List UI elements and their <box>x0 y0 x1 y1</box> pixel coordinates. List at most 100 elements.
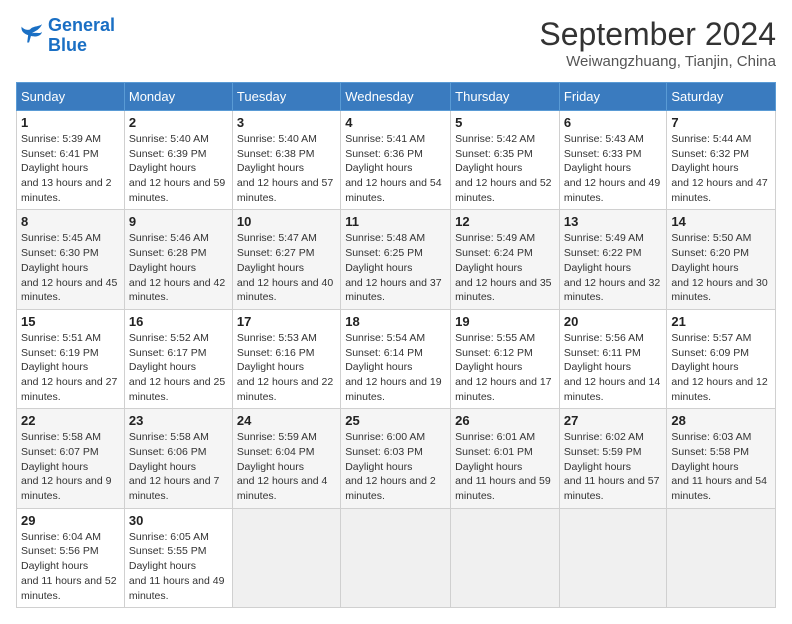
calendar-cell: 2 Sunrise: 5:40 AMSunset: 6:39 PMDayligh… <box>124 111 232 210</box>
day-number: 12 <box>455 214 555 229</box>
day-number: 10 <box>237 214 336 229</box>
day-info: Sunrise: 5:54 AMSunset: 6:14 PMDaylight … <box>345 331 446 404</box>
calendar-cell: 6 Sunrise: 5:43 AMSunset: 6:33 PMDayligh… <box>559 111 666 210</box>
day-number: 29 <box>21 513 120 528</box>
day-info: Sunrise: 5:40 AMSunset: 6:38 PMDaylight … <box>237 132 336 205</box>
logo-text: General Blue <box>48 16 115 56</box>
day-number: 6 <box>564 115 662 130</box>
calendar-body: 1 Sunrise: 5:39 AMSunset: 6:41 PMDayligh… <box>17 111 776 608</box>
calendar-cell: 10 Sunrise: 5:47 AMSunset: 6:27 PMDaylig… <box>232 210 340 309</box>
weekday-header-thursday: Thursday <box>451 83 560 111</box>
logo: General Blue <box>16 16 115 56</box>
day-number: 8 <box>21 214 120 229</box>
day-info: Sunrise: 5:47 AMSunset: 6:27 PMDaylight … <box>237 231 336 304</box>
calendar-cell <box>451 508 560 607</box>
calendar-cell: 7 Sunrise: 5:44 AMSunset: 6:32 PMDayligh… <box>667 111 776 210</box>
calendar-cell: 17 Sunrise: 5:53 AMSunset: 6:16 PMDaylig… <box>232 309 340 408</box>
calendar-week-2: 8 Sunrise: 5:45 AMSunset: 6:30 PMDayligh… <box>17 210 776 309</box>
day-number: 4 <box>345 115 446 130</box>
day-info: Sunrise: 6:04 AMSunset: 5:56 PMDaylight … <box>21 530 120 603</box>
day-number: 17 <box>237 314 336 329</box>
calendar-cell <box>341 508 451 607</box>
calendar-cell: 8 Sunrise: 5:45 AMSunset: 6:30 PMDayligh… <box>17 210 125 309</box>
day-info: Sunrise: 6:01 AMSunset: 6:01 PMDaylight … <box>455 430 555 503</box>
calendar-cell: 11 Sunrise: 5:48 AMSunset: 6:25 PMDaylig… <box>341 210 451 309</box>
calendar-cell: 27 Sunrise: 6:02 AMSunset: 5:59 PMDaylig… <box>559 409 666 508</box>
day-info: Sunrise: 5:49 AMSunset: 6:22 PMDaylight … <box>564 231 662 304</box>
day-info: Sunrise: 5:41 AMSunset: 6:36 PMDaylight … <box>345 132 446 205</box>
day-info: Sunrise: 5:53 AMSunset: 6:16 PMDaylight … <box>237 331 336 404</box>
calendar-cell: 30 Sunrise: 6:05 AMSunset: 5:55 PMDaylig… <box>124 508 232 607</box>
calendar-week-1: 1 Sunrise: 5:39 AMSunset: 6:41 PMDayligh… <box>17 111 776 210</box>
day-info: Sunrise: 5:46 AMSunset: 6:28 PMDaylight … <box>129 231 228 304</box>
day-number: 23 <box>129 413 228 428</box>
calendar-cell: 18 Sunrise: 5:54 AMSunset: 6:14 PMDaylig… <box>341 309 451 408</box>
calendar-cell: 13 Sunrise: 5:49 AMSunset: 6:22 PMDaylig… <box>559 210 666 309</box>
calendar-cell: 5 Sunrise: 5:42 AMSunset: 6:35 PMDayligh… <box>451 111 560 210</box>
day-info: Sunrise: 5:43 AMSunset: 6:33 PMDaylight … <box>564 132 662 205</box>
calendar-cell <box>559 508 666 607</box>
calendar-cell: 4 Sunrise: 5:41 AMSunset: 6:36 PMDayligh… <box>341 111 451 210</box>
day-number: 2 <box>129 115 228 130</box>
calendar-cell: 28 Sunrise: 6:03 AMSunset: 5:58 PMDaylig… <box>667 409 776 508</box>
calendar-cell: 26 Sunrise: 6:01 AMSunset: 6:01 PMDaylig… <box>451 409 560 508</box>
day-number: 14 <box>671 214 771 229</box>
day-info: Sunrise: 5:44 AMSunset: 6:32 PMDaylight … <box>671 132 771 205</box>
day-number: 9 <box>129 214 228 229</box>
weekday-header-saturday: Saturday <box>667 83 776 111</box>
weekday-header-row: SundayMondayTuesdayWednesdayThursdayFrid… <box>17 83 776 111</box>
calendar-table: SundayMondayTuesdayWednesdayThursdayFrid… <box>16 82 776 608</box>
logo-icon <box>16 22 44 50</box>
calendar-week-3: 15 Sunrise: 5:51 AMSunset: 6:19 PMDaylig… <box>17 309 776 408</box>
day-info: Sunrise: 5:58 AMSunset: 6:06 PMDaylight … <box>129 430 228 503</box>
day-number: 27 <box>564 413 662 428</box>
page-header: General Blue September 2024 Weiwangzhuan… <box>16 16 776 70</box>
day-info: Sunrise: 5:40 AMSunset: 6:39 PMDaylight … <box>129 132 228 205</box>
day-info: Sunrise: 5:59 AMSunset: 6:04 PMDaylight … <box>237 430 336 503</box>
calendar-cell: 14 Sunrise: 5:50 AMSunset: 6:20 PMDaylig… <box>667 210 776 309</box>
weekday-header-tuesday: Tuesday <box>232 83 340 111</box>
day-number: 15 <box>21 314 120 329</box>
day-number: 20 <box>564 314 662 329</box>
calendar-cell: 29 Sunrise: 6:04 AMSunset: 5:56 PMDaylig… <box>17 508 125 607</box>
day-number: 24 <box>237 413 336 428</box>
day-info: Sunrise: 5:48 AMSunset: 6:25 PMDaylight … <box>345 231 446 304</box>
day-number: 26 <box>455 413 555 428</box>
day-info: Sunrise: 6:00 AMSunset: 6:03 PMDaylight … <box>345 430 446 503</box>
day-info: Sunrise: 6:03 AMSunset: 5:58 PMDaylight … <box>671 430 771 503</box>
calendar-cell <box>667 508 776 607</box>
day-info: Sunrise: 6:05 AMSunset: 5:55 PMDaylight … <box>129 530 228 603</box>
day-info: Sunrise: 5:56 AMSunset: 6:11 PMDaylight … <box>564 331 662 404</box>
day-info: Sunrise: 5:39 AMSunset: 6:41 PMDaylight … <box>21 132 120 205</box>
calendar-cell: 25 Sunrise: 6:00 AMSunset: 6:03 PMDaylig… <box>341 409 451 508</box>
month-title: September 2024 <box>539 16 776 53</box>
day-number: 28 <box>671 413 771 428</box>
calendar-cell: 3 Sunrise: 5:40 AMSunset: 6:38 PMDayligh… <box>232 111 340 210</box>
day-number: 21 <box>671 314 771 329</box>
calendar-cell: 22 Sunrise: 5:58 AMSunset: 6:07 PMDaylig… <box>17 409 125 508</box>
location: Weiwangzhuang, Tianjin, China <box>539 53 776 70</box>
weekday-header-friday: Friday <box>559 83 666 111</box>
day-info: Sunrise: 5:45 AMSunset: 6:30 PMDaylight … <box>21 231 120 304</box>
calendar-cell: 20 Sunrise: 5:56 AMSunset: 6:11 PMDaylig… <box>559 309 666 408</box>
day-number: 30 <box>129 513 228 528</box>
day-number: 3 <box>237 115 336 130</box>
day-info: Sunrise: 5:51 AMSunset: 6:19 PMDaylight … <box>21 331 120 404</box>
day-info: Sunrise: 5:42 AMSunset: 6:35 PMDaylight … <box>455 132 555 205</box>
day-info: Sunrise: 6:02 AMSunset: 5:59 PMDaylight … <box>564 430 662 503</box>
day-number: 11 <box>345 214 446 229</box>
weekday-header-monday: Monday <box>124 83 232 111</box>
calendar-cell: 12 Sunrise: 5:49 AMSunset: 6:24 PMDaylig… <box>451 210 560 309</box>
title-block: September 2024 Weiwangzhuang, Tianjin, C… <box>539 16 776 70</box>
calendar-cell: 15 Sunrise: 5:51 AMSunset: 6:19 PMDaylig… <box>17 309 125 408</box>
day-number: 18 <box>345 314 446 329</box>
day-info: Sunrise: 5:49 AMSunset: 6:24 PMDaylight … <box>455 231 555 304</box>
day-number: 22 <box>21 413 120 428</box>
calendar-week-5: 29 Sunrise: 6:04 AMSunset: 5:56 PMDaylig… <box>17 508 776 607</box>
calendar-cell: 1 Sunrise: 5:39 AMSunset: 6:41 PMDayligh… <box>17 111 125 210</box>
day-number: 13 <box>564 214 662 229</box>
calendar-cell: 24 Sunrise: 5:59 AMSunset: 6:04 PMDaylig… <box>232 409 340 508</box>
day-number: 1 <box>21 115 120 130</box>
calendar-cell <box>232 508 340 607</box>
day-info: Sunrise: 5:50 AMSunset: 6:20 PMDaylight … <box>671 231 771 304</box>
